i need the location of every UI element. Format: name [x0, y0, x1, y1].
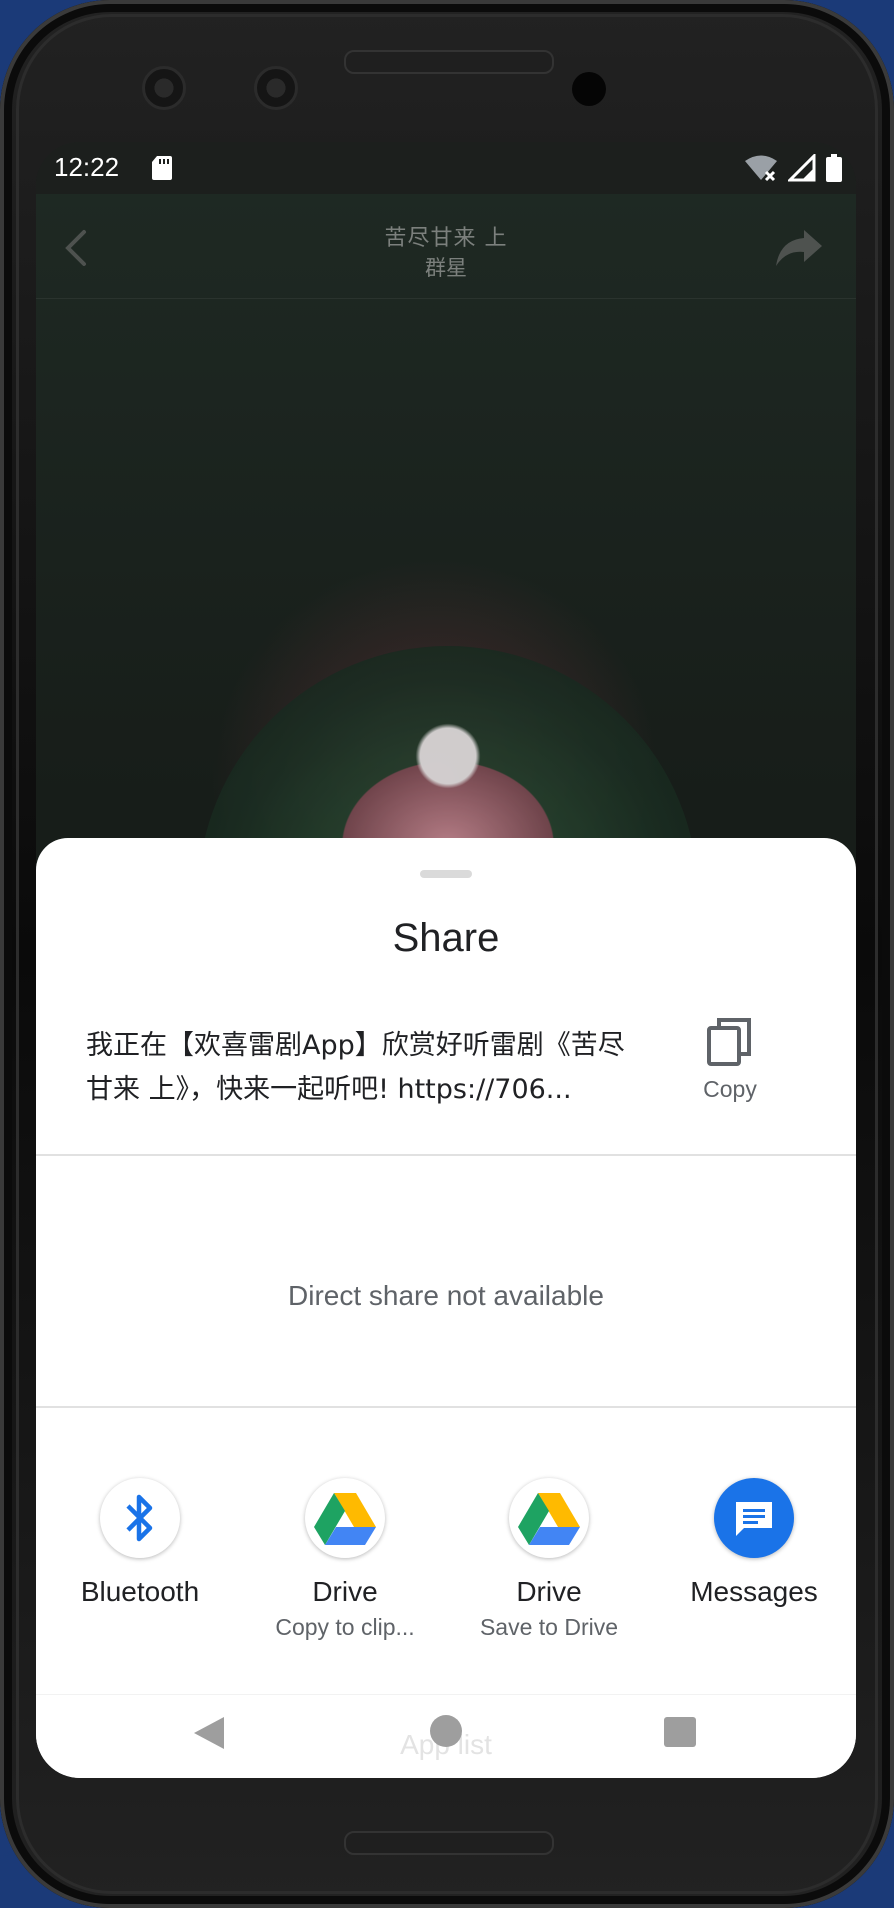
share-arrow-icon[interactable]	[774, 228, 824, 268]
share-text-preview: 我正在【欢喜雷剧App】欣赏好听雷剧《苦尽甘来 上》，快来一起听吧! https…	[86, 1030, 625, 1105]
cellular-signal-icon	[788, 154, 816, 182]
google-drive-icon	[305, 1478, 385, 1558]
front-camera-icon	[142, 66, 186, 110]
earpiece-speaker	[344, 50, 554, 74]
system-nav-bar: App list	[36, 1694, 856, 1778]
share-target-label: Messages	[690, 1576, 818, 1607]
bluetooth-icon	[100, 1478, 180, 1558]
device-screen: 12:22 苦尽甘来 上 群星 Share 我正在【欢喜雷剧App】欣赏好听雷剧…	[36, 142, 856, 1778]
share-target-drive-copy[interactable]: Drive Copy to clip...	[245, 1478, 445, 1641]
share-target-sublabel: Copy to clip...	[275, 1614, 415, 1640]
share-target-sublabel: Save to Drive	[479, 1614, 619, 1640]
status-time: 12:22	[54, 152, 120, 182]
share-target-label: Drive	[516, 1576, 582, 1607]
share-target-label: Bluetooth	[80, 1576, 200, 1607]
status-bar: 12:22	[36, 142, 856, 194]
direct-share-message: Direct share not available	[288, 1280, 604, 1311]
share-targets-row: Bluetooth Drive Copy to clip... Drive Sa…	[36, 1478, 856, 1668]
nav-home-icon[interactable]	[430, 1715, 462, 1747]
share-target-bluetooth[interactable]: Bluetooth	[40, 1478, 240, 1608]
share-sheet: Share 我正在【欢喜雷剧App】欣赏好听雷剧《苦尽甘来 上》，快来一起听吧!…	[36, 838, 856, 1778]
share-sheet-title: Share	[392, 916, 500, 960]
battery-icon	[826, 154, 842, 182]
proximity-sensor	[572, 72, 606, 106]
copy-label: Copy	[703, 1076, 757, 1102]
messages-icon	[714, 1478, 794, 1558]
artist-name: 群星	[425, 256, 467, 280]
bottom-speaker	[344, 1831, 554, 1855]
share-target-messages[interactable]: Messages	[654, 1478, 854, 1608]
share-target-drive-save[interactable]: Drive Save to Drive	[449, 1478, 649, 1641]
nav-back-icon[interactable]	[192, 1715, 226, 1751]
sd-card-icon	[152, 156, 172, 180]
divider	[36, 1154, 856, 1156]
song-title: 苦尽甘来 上	[384, 226, 508, 251]
phone-frame: 12:22 苦尽甘来 上 群星 Share 我正在【欢喜雷剧App】欣赏好听雷剧…	[0, 0, 894, 1908]
nav-recents-icon[interactable]	[664, 1717, 696, 1747]
sheet-drag-handle[interactable]	[420, 870, 472, 878]
front-camera-icon	[254, 66, 298, 110]
google-drive-icon	[509, 1478, 589, 1558]
share-target-label: Drive	[312, 1576, 378, 1607]
player-app-bar: 苦尽甘来 上 群星	[36, 194, 856, 299]
copy-button[interactable]: Copy	[690, 1018, 770, 1114]
divider	[36, 1406, 856, 1408]
wifi-off-icon	[745, 155, 777, 182]
copy-icon	[707, 1018, 751, 1066]
